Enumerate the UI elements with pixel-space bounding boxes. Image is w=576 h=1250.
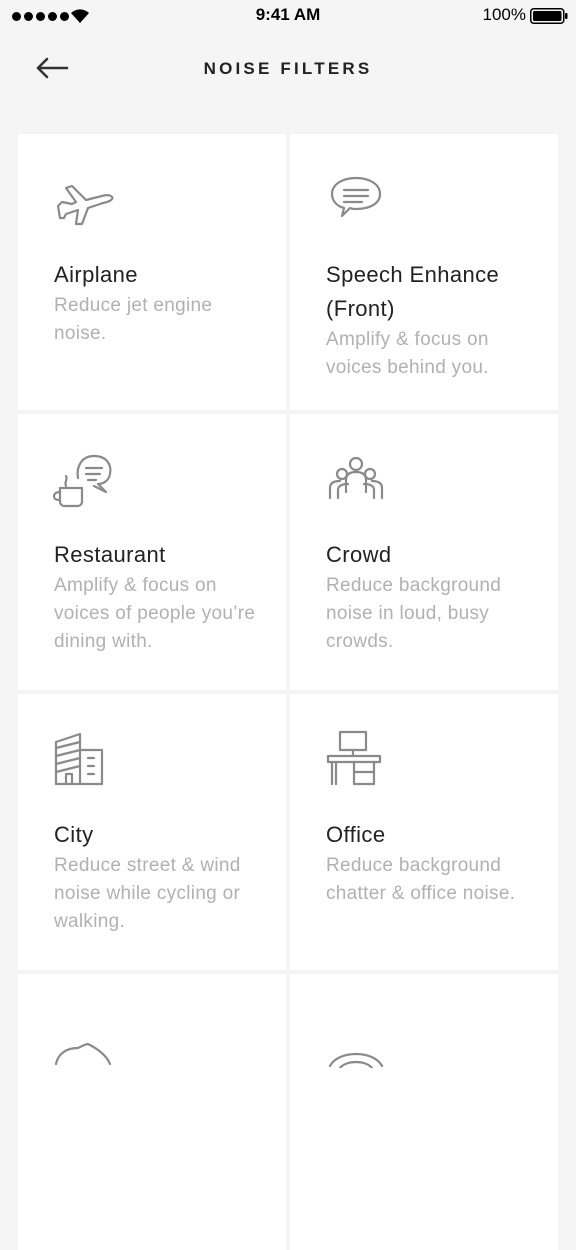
speech-bubble-partial-icon xyxy=(52,1008,116,1068)
filter-description: Amplify & focus on voices behind you. xyxy=(326,329,489,378)
battery-percentage: 100% xyxy=(482,5,526,24)
filter-title: Crowd xyxy=(326,542,392,567)
status-bar: 9:41 AM 100% xyxy=(0,0,576,34)
wifi-signal-partial-icon xyxy=(324,1008,388,1070)
filter-description: Reduce jet engine noise. xyxy=(54,295,213,344)
crowd-icon xyxy=(324,448,388,508)
filter-title: Restaurant xyxy=(54,542,166,567)
filter-title: Office xyxy=(326,822,386,847)
filter-title: Airplane xyxy=(54,262,138,287)
airplane-icon xyxy=(52,168,116,228)
nav-bar: NOISE FILTERS xyxy=(0,34,576,100)
city-icon xyxy=(52,728,116,788)
filter-card-speech-enhance[interactable]: Speech Enhance (Front) Amplify & focus o… xyxy=(290,134,558,410)
page-title: NOISE FILTERS xyxy=(203,59,373,78)
filter-title: City xyxy=(54,822,94,847)
filter-card-office[interactable]: Office Reduce background chatter & offic… xyxy=(290,694,558,970)
filter-card-crowd[interactable]: Crowd Reduce background noise in loud, b… xyxy=(290,414,558,690)
filter-card-restaurant[interactable]: Restaurant Amplify & focus on voices of … xyxy=(18,414,286,690)
filter-card-city[interactable]: City Reduce street & wind noise while cy… xyxy=(18,694,286,970)
battery-icon xyxy=(530,8,568,24)
speech-bubble-icon xyxy=(324,168,388,228)
filter-description: Reduce street & wind noise while cycling… xyxy=(54,855,241,932)
office-desk-icon xyxy=(324,728,388,788)
restaurant-icon xyxy=(52,448,116,508)
filter-title: Speech Enhance (Front) xyxy=(326,262,500,321)
filter-card-partial-right[interactable] xyxy=(290,974,558,1250)
filter-card-partial-left[interactable] xyxy=(18,974,286,1250)
noise-filter-grid: Airplane Reduce jet engine noise. Speech… xyxy=(18,134,558,1250)
filter-description: Amplify & focus on voices of people you’… xyxy=(54,575,256,652)
filter-description: Reduce background noise in loud, busy cr… xyxy=(326,575,502,652)
filter-card-airplane[interactable]: Airplane Reduce jet engine noise. xyxy=(18,134,286,410)
filter-description: Reduce background chatter & office noise… xyxy=(326,855,516,904)
